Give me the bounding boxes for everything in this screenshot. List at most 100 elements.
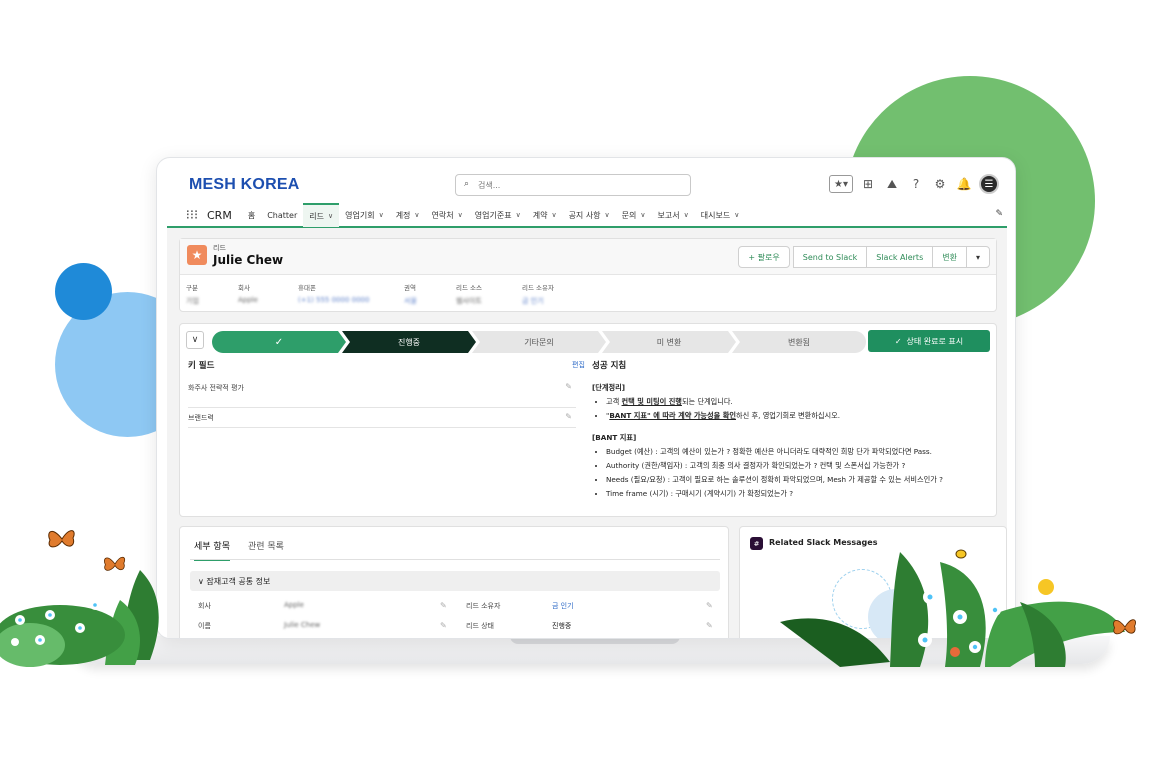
nav-item-contacts[interactable]: 연락처 ∨ (426, 203, 469, 227)
record-actions: + 팔로우 Send to Slack Slack Alerts 변환 ▾ (738, 246, 990, 268)
chevron-down-icon[interactable]: ∨ (328, 212, 333, 220)
highlight-field: 권역 서울 (404, 284, 417, 305)
chevron-down-icon[interactable]: ∨ (684, 211, 689, 219)
nav-item-home[interactable]: 홈 (242, 203, 261, 227)
nav-item-accounts[interactable]: 계정 ∨ (390, 203, 426, 227)
detail-tabs: 세부 항목 관련 목록 (194, 539, 284, 561)
pencil-icon[interactable]: ✎ (706, 621, 713, 630)
path-step-other-inquiry[interactable]: 기타문의 (472, 331, 606, 353)
decorative-blue-dot (55, 263, 112, 320)
checkmark-icon: ✓ (894, 336, 902, 346)
highlight-field: 구분 기업 (186, 284, 199, 305)
pencil-icon[interactable]: ✎ (565, 382, 572, 391)
slack-logo-icon: # (750, 537, 763, 550)
help-icon[interactable]: ? (907, 175, 925, 193)
settings-gear-icon[interactable]: ⚙ (931, 175, 949, 193)
detail-field-lead-status: 리드 상태 진행중 ✎ (466, 621, 713, 630)
butterfly-icon (1113, 619, 1136, 635)
app-launcher-icon[interactable]: ⁝⁝⁝ (177, 208, 207, 223)
more-actions-button[interactable]: ▾ (965, 246, 990, 268)
highlight-fields: 구분 기업 회사 Apple 휴대폰 (+1) 555 0000 0000 권역 서울 … (180, 275, 996, 313)
chevron-down-icon[interactable]: ∨ (551, 211, 556, 219)
edit-key-fields-link[interactable]: 편집 (572, 360, 585, 370)
bant-item: Needs (필요/요청) : 고객이 필요로 하는 솔루션이 정확히 파악되었… (606, 473, 992, 487)
sales-path: ✓ 진행중 기타문의 미 변환 변환됨 (212, 331, 866, 353)
chevron-down-icon[interactable]: ∨ (734, 211, 739, 219)
chevron-down-icon[interactable]: ∨ (605, 211, 610, 219)
follow-button[interactable]: + 팔로우 (738, 246, 790, 268)
tab-related[interactable]: 관련 목록 (248, 539, 284, 561)
send-to-slack-button[interactable]: Send to Slack (792, 246, 868, 268)
search-placeholder: 검색... (478, 181, 501, 190)
marketing-stage: MESH KOREA ⌕ 검색... ★▾ ⊞ ⛰ ? ⚙ 🔔 ☰ ⁝⁝⁝ CR… (0, 0, 1150, 760)
app-name: CRM (207, 208, 232, 222)
record-detail-panel: 세부 항목 관련 목록 ∨ 잠재고객 공통 정보 회사 Apple ✎ 이름 J… (179, 526, 729, 638)
path-step-in-progress[interactable]: 진행중 (342, 331, 476, 353)
global-header: MESH KOREA ⌕ 검색... ★▾ ⊞ ⛰ ? ⚙ 🔔 ☰ (167, 168, 1007, 204)
company-logo[interactable]: MESH KOREA (189, 176, 299, 194)
nav-item-sales-criteria[interactable]: 영업기준표 ∨ (469, 203, 527, 227)
detail-field-company: 회사 Apple ✎ (198, 601, 447, 610)
tab-details[interactable]: 세부 항목 (194, 539, 230, 561)
chevron-down-icon[interactable]: ∨ (516, 211, 521, 219)
pencil-icon[interactable]: ✎ (440, 601, 447, 610)
nav-item-dashboards[interactable]: 대시보드 ∨ (695, 203, 746, 227)
decorative-yellow-dot (1038, 579, 1054, 595)
lead-star-icon: ★ (187, 245, 207, 265)
highlight-field: 리드 소유자 금 인기 (522, 284, 554, 305)
add-icon[interactable]: ⊞ (859, 175, 877, 193)
path-step-not-converted[interactable]: 미 변환 (602, 331, 736, 353)
guidance-item: 고객 컨택 및 미팅이 진행되는 단계입니다. (606, 395, 992, 409)
nav-item-inquiries[interactable]: 문의 ∨ (616, 203, 652, 227)
nav-item-announcements[interactable]: 공지 사항 ∨ (563, 203, 616, 227)
path-step-converted[interactable]: 변환됨 (732, 331, 866, 353)
chevron-down-icon[interactable]: ∨ (458, 211, 463, 219)
highlight-field: 휴대폰 (+1) 555 0000 0000 (298, 284, 370, 304)
pencil-icon[interactable]: ✎ (565, 412, 572, 421)
path-collapse-chevron-icon[interactable]: ∨ (186, 331, 204, 349)
bant-item: Budget (예산) : 고객의 예산이 있는가 ? 정확한 예산은 아니더라… (606, 445, 992, 459)
highlight-field: 회사 Apple (238, 284, 258, 304)
nav-item-leads[interactable]: 리드 ∨ (303, 203, 340, 227)
nav-item-opportunities[interactable]: 영업기회 ∨ (339, 203, 390, 227)
butterfly-icon (48, 530, 75, 548)
key-field-row: 브랜드력 ✎ (188, 410, 576, 428)
nav-item-contracts[interactable]: 계약 ∨ (527, 203, 563, 227)
favorites-star-icon[interactable]: ★▾ (829, 175, 853, 193)
butterfly-icon (104, 556, 126, 571)
notifications-bell-icon[interactable]: 🔔 (955, 175, 973, 193)
record-type: 리드 (213, 244, 226, 252)
edit-nav-pencil-icon[interactable]: ✎ (995, 209, 1003, 219)
mark-status-complete-button[interactable]: ✓ 상태 완료로 표시 (868, 330, 990, 352)
slack-alerts-button[interactable]: Slack Alerts (866, 246, 934, 268)
laptop-frame: MESH KOREA ⌕ 검색... ★▾ ⊞ ⛰ ? ⚙ 🔔 ☰ ⁝⁝⁝ CR… (156, 157, 1016, 639)
path-step-complete[interactable]: ✓ (212, 331, 346, 353)
crm-screen: MESH KOREA ⌕ 검색... ★▾ ⊞ ⛰ ? ⚙ 🔔 ☰ ⁝⁝⁝ CR… (167, 168, 1007, 638)
key-field-row: 화주사 전략적 평가 ✎ (188, 380, 576, 408)
bant-item: Time frame (시기) : 구매시기 (계약시기) 가 확정되었는가 ? (606, 487, 992, 501)
section-header[interactable]: ∨ 잠재고객 공통 정보 (190, 571, 720, 591)
guidance-for-success: [단계정리] 고객 컨택 및 미팅이 진행되는 단계입니다. "BANT 지표"… (592, 381, 992, 501)
trailhead-icon[interactable]: ⛰ (883, 175, 901, 193)
nav-item-reports[interactable]: 보고서 ∨ (652, 203, 695, 227)
pencil-icon[interactable]: ✎ (440, 621, 447, 630)
slack-panel-title: Related Slack Messages (769, 538, 878, 547)
app-navigation: ⁝⁝⁝ CRM 홈 Chatter 리드 ∨ 영업기회 ∨ 계정 ∨ 연락처 ∨ 영업기… (167, 203, 1007, 228)
key-fields-title: 키 필드 (188, 361, 215, 371)
chevron-down-icon[interactable]: ∨ (414, 211, 419, 219)
related-slack-messages-panel: # Related Slack Messages (739, 526, 1007, 638)
chevron-down-icon[interactable]: ∨ (379, 211, 384, 219)
detail-field-name: 이름 Julie Chew ✎ (198, 621, 447, 630)
global-search-input[interactable]: ⌕ 검색... (455, 174, 691, 196)
convert-button[interactable]: 변환 (932, 246, 967, 268)
search-icon: ⌕ (464, 179, 470, 189)
lead-record-header: ★ 리드 Julie Chew + 팔로우 Send to Slack Slac… (179, 238, 997, 312)
highlight-field: 리드 소스 웹사이트 (456, 284, 482, 305)
nav-item-chatter[interactable]: Chatter (261, 203, 303, 227)
user-avatar[interactable]: ☰ (979, 174, 999, 194)
guidance-item: "BANT 지표" 에 따라 계약 가능성을 확인하신 후, 영업기회로 변환하… (606, 409, 992, 423)
sales-path-card: ∨ ✓ 진행중 기타문의 미 변환 변환됨 ✓ 상태 완료로 표시 키 필드 화… (179, 323, 997, 517)
pencil-icon[interactable]: ✎ (706, 601, 713, 610)
chat-bubble-icon (868, 589, 924, 638)
chevron-down-icon[interactable]: ∨ (640, 211, 645, 219)
